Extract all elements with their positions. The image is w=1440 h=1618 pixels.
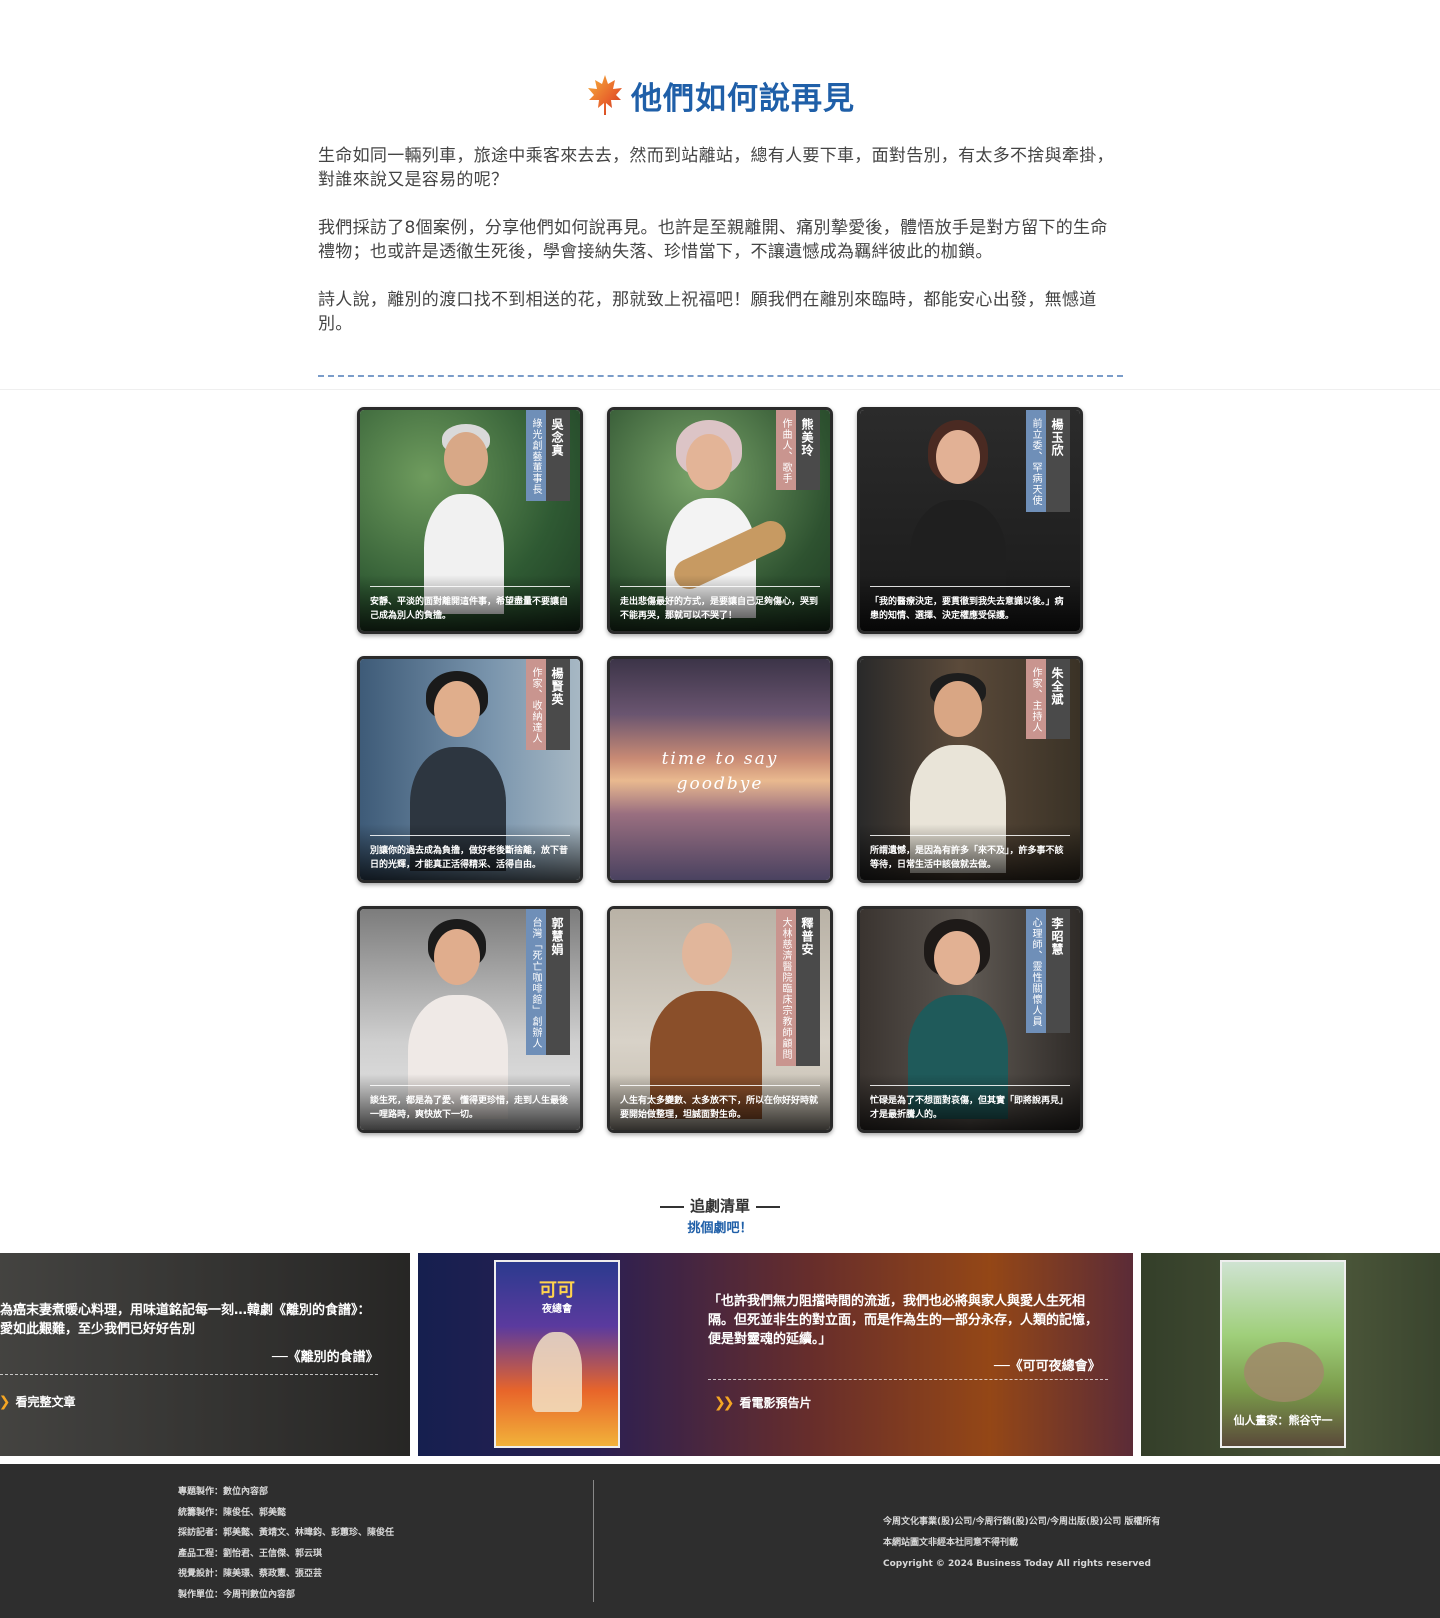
story-card[interactable]: 熊美玲 作曲人、歌手 走出悲傷最好的方式，是要讓自己足夠傷心，哭到不能再哭，那就… [607,407,833,634]
poster-title: 可可 [539,1280,575,1301]
link-label: 看完整文章 [15,1395,76,1409]
page-title: 他們如何說再見 [631,80,855,117]
person-name: 吳念真 [546,410,570,501]
quote-source: ──《可可夜總會》 [994,1359,1101,1374]
card-caption: 「我的醫療決定，要貫徹到我失去意識以後。」病患的知情、選擇、決定權應受保護。 [870,597,1064,621]
story-grid: 吳念真 綠光創藝董事長 安靜、平淡的面對離開這件事，希望盡量不要讓自己成為別人的… [357,407,1083,1133]
credit-line: 統籌製作：陳俊任、郭美懿 [178,1507,287,1518]
card-caption: 人生有太多變數、太多放不下，所以在你好好時就要開始做整理，坦誠面對生命。 [620,1096,819,1120]
watchlist-carousel[interactable]: 為癌末妻煮暖心料理，用味道銘記每一刻…韓劇《離別的食譜》： 愛如此艱難，至少我們… [0,1253,1440,1456]
person-name: 釋普安 [796,909,820,1066]
watchlist-title: 追劇清單 [689,1197,750,1215]
quote-source: ──《離別的食譜》 [272,1350,379,1365]
trailer-link[interactable]: ❯❯ 看電影預告片 [714,1394,811,1411]
maple-leaf-icon [588,75,622,115]
name-tag: 郭慧娟 台灣「死亡咖啡館」創辦人 [526,909,570,1055]
intro-paragraph: 我們採訪了8個案例，分享他們如何說再見。也許是至親離開、痛別摯愛後，體悟放手是對… [318,218,1108,262]
goodbye-art-card[interactable]: time to say goodbye [607,656,833,883]
chevron-right-icon: ❯❯ [0,1394,11,1410]
credit-line: 採訪記者：郭美懿、黃靖文、林暐鈞、彭蕙珍、陳俊任 [178,1528,395,1538]
person-title: 作家、主持人 [1026,659,1046,739]
person-name: 李昭慧 [1046,909,1070,1033]
story-card[interactable]: 楊賢英 作家、收納達人 別讓你的過去成為負擔，做好老後斷捨離，放下昔日的光輝，才… [357,656,583,883]
name-tag: 楊玉欣 前立委、罕病天使 [1026,410,1070,512]
person-name: 郭慧娟 [546,909,570,1055]
slide-quote: 「也許我們無力阻擋時間的流逝，我們也必將與家人與愛人生死相 隔。但死並非生的對立… [708,1292,1113,1349]
credits-list: 專題製作：數位內容部 統籌製作：陳俊任、郭美懿 採訪記者：郭美懿、黃靖文、林暐鈞… [178,1482,394,1605]
credit-line: 製作單位：今周刊數位內容部 [178,1589,296,1600]
story-card[interactable]: 郭慧娟 台灣「死亡咖啡館」創辦人 談生死，都是為了愛、懂得更珍惜，走到人生最後一… [357,906,583,1133]
quote-line: 便是對靈魂的延續。」 [708,1332,832,1347]
person-title: 作家、收納達人 [526,659,546,750]
goodbye-line: time to say [661,749,779,769]
watchlist-subtitle: 挑個劇吧！ [687,1221,753,1236]
carousel-slide[interactable]: 可可 夜總會 「也許我們無力阻擋時間的流逝，我們也必將與家人與愛人生死相 隔。但… [418,1253,1133,1456]
movie-poster[interactable]: 可可 夜總會 [494,1260,620,1448]
card-caption: 走出悲傷最好的方式，是要讓自己足夠傷心，哭到不能再哭，那就可以不哭了！ [620,597,819,621]
intro-text: 生命如同一輛列車，旅途中乘客來去去，然而到站離站，總有人要下車，面對告別，有太多… [318,144,1123,360]
legal-text: 今周文化事業(股)公司/今周行銷(股)公司/今周出版(股)公司 版權所有 本網站… [883,1512,1160,1575]
carousel-slide[interactable]: 為癌末妻煮暖心料理，用味道銘記每一刻…韓劇《離別的食譜》： 愛如此艱難，至少我們… [0,1253,410,1456]
watchlist-heading: 追劇清單 [0,1195,1440,1216]
intro-paragraph: 詩人說，離別的渡口找不到相送的花，那就致上祝福吧！願我們在離別來臨時，都能安心出… [318,290,1097,334]
goodbye-text: time to say goodbye [610,747,830,797]
person-name: 熊美玲 [796,410,820,490]
person-title: 大林慈濟醫院臨床宗教師顧問 [776,909,796,1066]
chevron-right-icon: ❯❯ [714,1394,735,1411]
card-caption: 安靜、平淡的面對離開這件事，希望盡量不要讓自己成為別人的負擔。 [370,597,569,621]
movie-poster[interactable]: 仙人畫家：熊谷守一 [1220,1260,1346,1448]
person-name: 楊賢英 [546,659,570,750]
story-card[interactable]: 吳念真 綠光創藝董事長 安靜、平淡的面對離開這件事，希望盡量不要讓自己成為別人的… [357,407,583,634]
name-tag: 李昭慧 心理師、靈性關懷人員 [1026,909,1070,1033]
link-label: 看電影預告片 [739,1396,812,1410]
name-tag: 釋普安 大林慈濟醫院臨床宗教師顧問 [776,909,820,1066]
story-card[interactable]: 釋普安 大林慈濟醫院臨床宗教師顧問 人生有太多變數、太多放不下，所以在你好好時就… [607,906,833,1133]
name-tag: 吳念真 綠光創藝董事長 [526,410,570,501]
quote-line: 隔。但死並非生的對立面，而是作為生的一部分永存，人類的記憶， [708,1313,1099,1328]
card-caption: 別讓你的過去成為負擔，做好老後斷捨離，放下昔日的光輝，才能真正活得精采、活得自由… [370,846,569,870]
site-footer: 專題製作：數位內容部 統籌製作：陳俊任、郭美懿 採訪記者：郭美懿、黃靖文、林暐鈞… [0,1464,1440,1618]
person-title: 綠光創藝董事長 [526,410,546,501]
carousel-slide[interactable]: 仙人畫家：熊谷守一 [1141,1253,1440,1456]
credit-line: 專題製作：數位內容部 [178,1487,269,1497]
quote-line: 為癌末妻煮暖心料理，用味道銘記每一刻…韓劇《離別的食譜》： [0,1303,371,1318]
section-separator [0,389,1440,390]
section-divider [318,375,1123,377]
story-card[interactable]: 楊玉欣 前立委、罕病天使 「我的醫療決定，要貫徹到我失去意識以後。」病患的知情、… [857,407,1083,634]
person-title: 前立委、罕病天使 [1026,410,1046,512]
legal-line: 今周文化事業(股)公司/今周行銷(股)公司/今周出版(股)公司 版權所有 [883,1517,1161,1527]
quote-line: 愛如此艱難，至少我們已好好告別 [0,1322,196,1337]
copyright: Copyright © 2024 Business Today All righ… [883,1559,1151,1569]
slide-quote: 為癌末妻煮暖心料理，用味道銘記每一刻…韓劇《離別的食譜》： 愛如此艱難，至少我們… [0,1301,390,1339]
person-title: 台灣「死亡咖啡館」創辦人 [526,909,546,1055]
poster-subtitle: 夜總會 [542,1304,572,1315]
story-card[interactable]: 朱全斌 作家、主持人 所謂遺憾，是因為有許多「來不及」，許多事不該等待，日常生活… [857,656,1083,883]
legal-line: 本網站圖文非經本社同意不得刊載 [883,1538,1019,1548]
name-tag: 熊美玲 作曲人、歌手 [776,410,820,490]
card-caption: 忙碌是為了不想面對哀傷，但其實「即將說再見」才是最折騰人的。 [870,1096,1069,1120]
story-card[interactable]: 李昭慧 心理師、靈性關懷人員 忙碌是為了不想面對哀傷，但其實「即將說再見」才是最… [857,906,1083,1133]
person-title: 作曲人、歌手 [776,410,796,490]
intro-paragraph: 生命如同一輛列車，旅途中乘客來去去，然而到站離站，總有人要下車，面對告別，有太多… [318,146,1114,190]
card-caption: 談生死，都是為了愛、懂得更珍惜，走到人生最後一哩路時，爽快放下一切。 [370,1096,569,1120]
page-header: 他們如何說再見 [0,70,1440,120]
quote-line: 「也許我們無力阻擋時間的流逝，我們也必將與家人與愛人生死相 [708,1294,1086,1309]
person-name: 朱全斌 [1046,659,1070,739]
credit-line: 視覺設計：陳美璟、蔡政憲、張亞芸 [178,1569,323,1579]
poster-title: 仙人畫家：熊谷守一 [1233,1414,1333,1427]
card-caption: 所謂遺憾，是因為有許多「來不及」，許多事不該等待，日常生活中該做就去做。 [870,846,1064,870]
credit-line: 產品工程：劉怡君、王信傑、郭云琪 [178,1548,323,1559]
read-article-link[interactable]: ❯❯ 看完整文章 [0,1393,75,1410]
person-name: 楊玉欣 [1046,410,1070,512]
footer-divider [593,1480,594,1602]
name-tag: 楊賢英 作家、收納達人 [526,659,570,750]
goodbye-line: goodbye [676,774,764,794]
person-title: 心理師、靈性關懷人員 [1026,909,1046,1033]
name-tag: 朱全斌 作家、主持人 [1026,659,1070,739]
